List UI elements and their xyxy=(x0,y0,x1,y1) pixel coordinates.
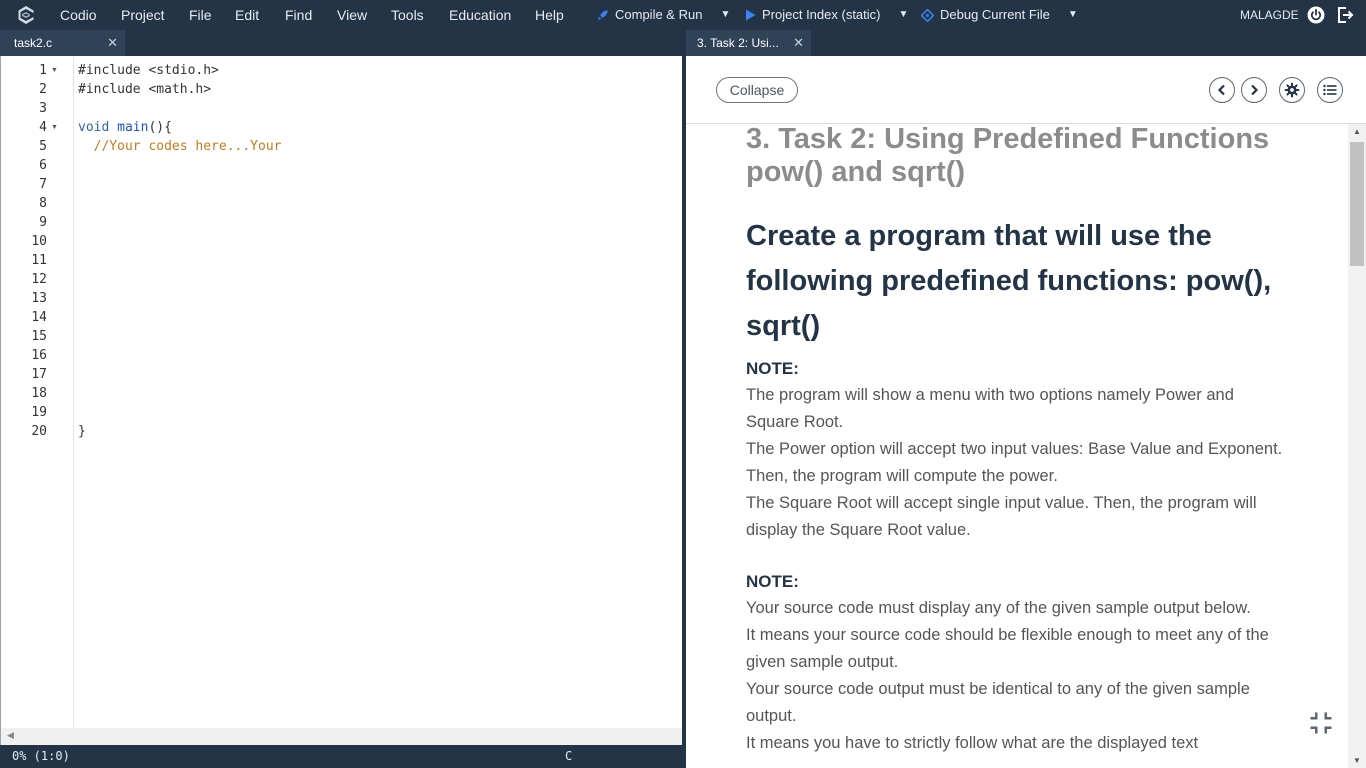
gear-icon xyxy=(1284,82,1300,98)
line-number: 1 xyxy=(39,63,47,78)
logout-icon[interactable] xyxy=(1335,5,1355,25)
line-number: 10 xyxy=(31,234,47,249)
close-icon[interactable]: ✕ xyxy=(107,30,118,56)
line-number: 7 xyxy=(39,177,47,192)
menu-file[interactable]: File xyxy=(189,0,212,30)
menu-help[interactable]: Help xyxy=(535,0,564,30)
line-number: 2 xyxy=(39,82,47,97)
fold-arrow-icon[interactable]: ▼ xyxy=(51,118,58,137)
chevron-right-icon xyxy=(1251,84,1259,96)
scrollbar-thumb[interactable] xyxy=(1350,142,1364,266)
line-number: 13 xyxy=(31,291,47,306)
menu-tools[interactable]: Tools xyxy=(391,0,424,30)
debug-icon xyxy=(921,8,934,22)
chevron-down-icon[interactable]: ▼ xyxy=(1068,0,1078,30)
code-line-20[interactable]: } xyxy=(78,422,86,441)
code-punctuation: (){ xyxy=(148,120,172,135)
line-number: 6 xyxy=(39,158,47,173)
power-icon[interactable] xyxy=(1306,5,1326,25)
line-number: 16 xyxy=(31,348,47,363)
note-text: It means your source code should be flex… xyxy=(746,626,1269,671)
settings-button[interactable] xyxy=(1279,77,1305,103)
line-number: 14 xyxy=(31,310,47,325)
line-number: 20 xyxy=(31,424,47,439)
cursor-position: 0% (1:0) xyxy=(12,749,70,763)
compile-run-button[interactable]: Compile & Run ▼ xyxy=(596,0,730,30)
guide-tab-label: 3. Task 2: Usi... xyxy=(697,36,779,50)
guide-heading: Create a program that will use the follo… xyxy=(746,220,1272,342)
top-menu-bar: Codio Project File Edit Find View Tools … xyxy=(0,0,1366,30)
code-editor[interactable]: 1 ▼ 2 3 4 ▼ 5 6 7 8 9 10 11 12 13 14 15 … xyxy=(0,56,682,728)
guide-toolbar: Collapse xyxy=(686,56,1366,124)
line-number: 17 xyxy=(31,367,47,382)
line-number: 15 xyxy=(31,329,47,344)
close-icon[interactable]: ✕ xyxy=(793,30,804,56)
note-label: NOTE: xyxy=(746,359,799,378)
collapse-arrows-icon[interactable] xyxy=(1306,708,1336,738)
line-number: 3 xyxy=(39,101,47,116)
note-label: NOTE: xyxy=(746,572,799,591)
code-line-2[interactable]: #include <math.h> xyxy=(78,80,211,99)
menu-view[interactable]: View xyxy=(337,0,367,30)
guide-content[interactable]: 3. Task 2: Using Predefined Functions po… xyxy=(686,124,1348,768)
next-button[interactable] xyxy=(1241,77,1267,103)
collapse-button[interactable]: Collapse xyxy=(716,77,798,103)
code-line-4[interactable]: void main(){ xyxy=(78,118,172,137)
menu-education[interactable]: Education xyxy=(449,0,511,30)
line-number: 4 xyxy=(39,120,47,135)
line-number: 9 xyxy=(39,215,47,230)
scroll-up-icon[interactable]: ▲ xyxy=(1353,127,1361,136)
chevron-down-icon[interactable]: ▼ xyxy=(899,0,909,30)
chevron-down-icon[interactable]: ▼ xyxy=(720,0,730,30)
username[interactable]: MALAGDE xyxy=(1240,0,1299,30)
line-number: 19 xyxy=(31,405,47,420)
line-gutter: 1 ▼ 2 3 4 ▼ 5 6 7 8 9 10 11 12 13 14 15 … xyxy=(1,56,74,728)
play-icon xyxy=(746,9,756,21)
note-text: The Power option will accept two input v… xyxy=(746,440,1283,485)
guide-vertical-scrollbar[interactable]: ▲ ▼ xyxy=(1348,124,1366,768)
guide-title: 3. Task 2: Using Predefined Functions po… xyxy=(746,124,1270,188)
previous-button[interactable] xyxy=(1209,77,1235,103)
debug-button[interactable]: Debug Current File ▼ xyxy=(921,0,1078,30)
debug-label: Debug Current File xyxy=(940,7,1050,22)
note-text: The program will show a menu with two op… xyxy=(746,386,1234,431)
function-main: main xyxy=(117,120,149,135)
rocket-icon xyxy=(597,9,608,20)
code-line-5-comment[interactable]: //Your codes here...Your xyxy=(78,137,282,156)
line-number: 12 xyxy=(31,272,47,287)
guide-tab-task2[interactable]: 3. Task 2: Usi... ✕ xyxy=(686,30,811,56)
project-index-label: Project Index (static) xyxy=(762,7,881,22)
line-number: 5 xyxy=(39,139,47,154)
guide-tab-bar: 3. Task 2: Usi... ✕ xyxy=(686,30,1366,56)
note-text: The Square Root will accept single input… xyxy=(746,494,1257,539)
menu-edit[interactable]: Edit xyxy=(235,0,259,30)
list-icon xyxy=(1323,84,1337,96)
file-tab-label: task2.c xyxy=(14,36,53,50)
editor-tab-bar: task2.c ✕ xyxy=(0,30,682,56)
file-tab-task2[interactable]: task2.c ✕ xyxy=(0,30,125,56)
note-text: Your source code must display any of the… xyxy=(746,599,1251,617)
compile-run-label: Compile & Run xyxy=(615,7,703,22)
line-number: 11 xyxy=(31,253,47,268)
menu-codio[interactable]: Codio xyxy=(60,0,97,30)
line-number: 18 xyxy=(31,386,47,401)
line-number: 8 xyxy=(39,196,47,211)
menu-project[interactable]: Project xyxy=(121,0,165,30)
editor-horizontal-scrollbar[interactable]: ◀ xyxy=(0,728,682,745)
menu-find[interactable]: Find xyxy=(285,0,312,30)
scroll-down-icon[interactable]: ▼ xyxy=(1353,756,1361,765)
fold-arrow-icon[interactable]: ▼ xyxy=(51,61,58,80)
project-index-button[interactable]: Project Index (static) ▼ xyxy=(745,0,908,30)
scroll-left-icon[interactable]: ◀ xyxy=(7,730,14,741)
note-text: It means you have to strictly follow wha… xyxy=(746,734,1199,752)
table-of-contents-button[interactable] xyxy=(1317,77,1343,103)
editor-status-bar: 0% (1:0) C xyxy=(0,745,682,768)
language-indicator[interactable]: C xyxy=(565,745,572,768)
chevron-left-icon xyxy=(1217,84,1225,96)
keyword-void: void xyxy=(78,120,110,135)
code-line-1[interactable]: #include <stdio.h> xyxy=(78,61,219,80)
note-text: Your source code output must be identica… xyxy=(746,680,1250,725)
